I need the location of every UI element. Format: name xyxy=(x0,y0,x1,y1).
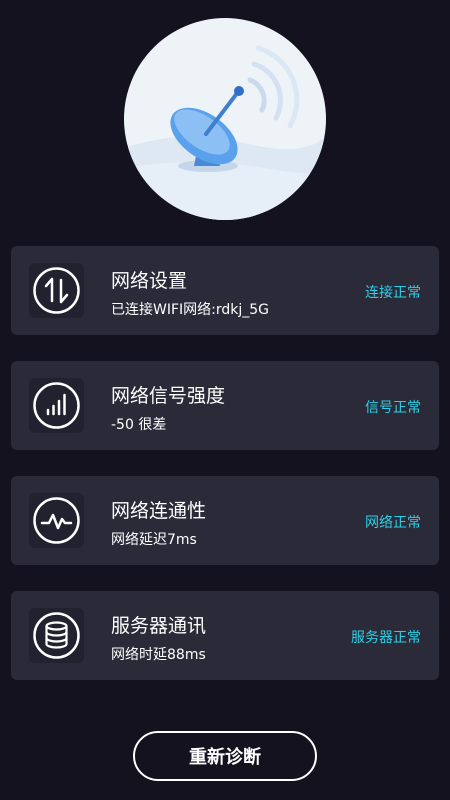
status-label: 服务器正常 xyxy=(351,630,421,646)
pulse-wave-icon xyxy=(29,493,84,548)
card-connectivity[interactable]: 网络连通性 网络延迟7ms 网络正常 xyxy=(11,476,439,565)
card-detail: 网络时延88ms xyxy=(111,647,206,663)
status-label: 信号正常 xyxy=(365,400,421,416)
card-network-settings[interactable]: 网络设置 已连接WIFI网络:rdkj_5G 连接正常 xyxy=(11,246,439,335)
card-detail: -50 很差 xyxy=(111,417,167,433)
status-label: 网络正常 xyxy=(365,515,421,531)
rediagnose-button[interactable]: 重新诊断 xyxy=(133,731,317,781)
satellite-dish-icon xyxy=(124,45,326,220)
card-title: 网络信号强度 xyxy=(111,385,226,407)
card-detail: 已连接WIFI网络:rdkj_5G xyxy=(111,302,270,318)
card-title: 网络设置 xyxy=(111,270,188,292)
card-server-communication[interactable]: 服务器通讯 网络时延88ms 服务器正常 xyxy=(11,591,439,680)
up-down-arrows-icon xyxy=(29,263,84,318)
database-icon xyxy=(29,608,84,663)
signal-bars-icon xyxy=(29,378,84,433)
hero-illustration xyxy=(124,18,326,220)
status-label: 连接正常 xyxy=(365,285,421,301)
card-signal-strength[interactable]: 网络信号强度 -50 很差 信号正常 xyxy=(11,361,439,450)
card-title: 服务器通讯 xyxy=(111,615,207,637)
card-detail: 网络延迟7ms xyxy=(111,532,197,548)
card-title: 网络连通性 xyxy=(111,500,207,522)
